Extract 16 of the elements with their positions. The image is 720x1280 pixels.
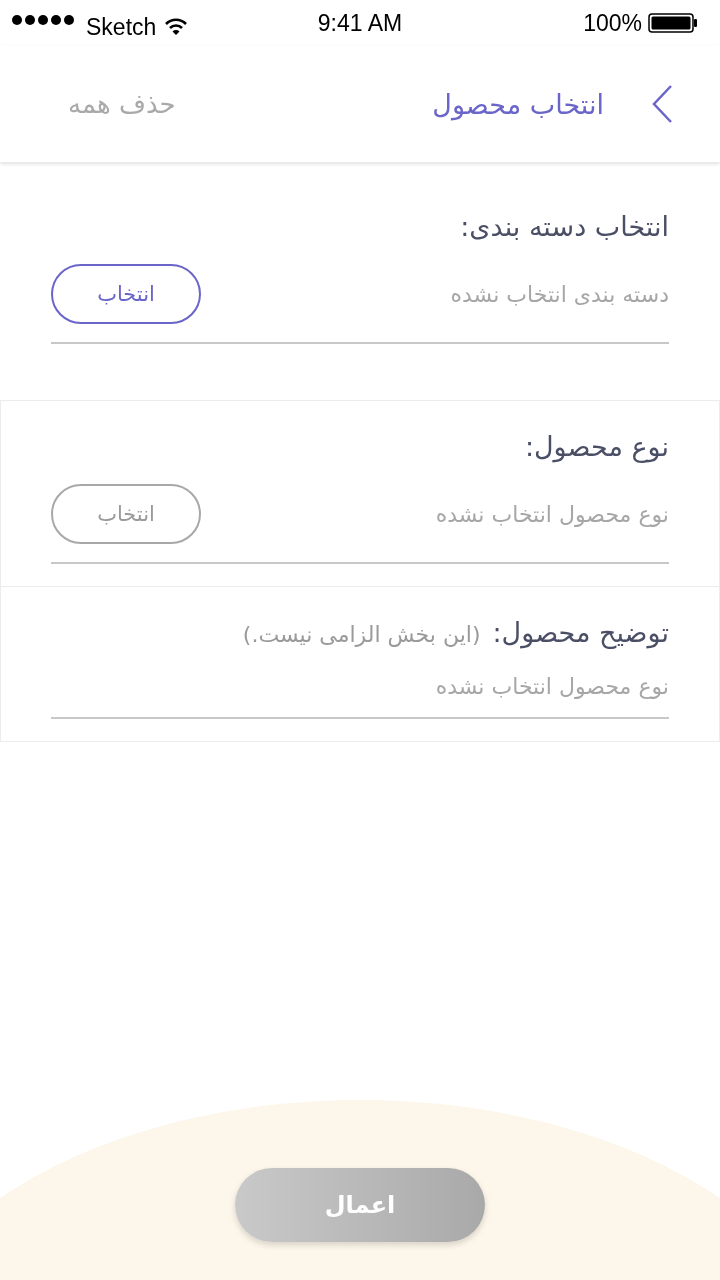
description-field[interactable]: نوع محصول انتخاب نشده (51, 670, 669, 719)
back-chevron-icon[interactable] (652, 84, 674, 124)
battery-icon (648, 13, 698, 33)
selection-field: نوع محصول انتخاب نشده انتخاب (51, 484, 669, 564)
section-label: توضیح محصول: (492, 617, 669, 648)
status-time: 9:41 AM (317, 9, 403, 37)
section-label: انتخاب دسته بندی: (460, 211, 669, 242)
delete-all-button[interactable]: حذف همه (68, 89, 176, 119)
battery-percent: 100% (583, 9, 642, 37)
section-label: نوع محصول: (524, 431, 669, 462)
select-button[interactable]: انتخاب (51, 264, 201, 324)
page-title: انتخاب محصول (432, 88, 604, 120)
wifi-icon (164, 18, 189, 36)
carrier-name: Sketch (86, 13, 157, 41)
selection-field: دسته بندی انتخاب نشده انتخاب (51, 264, 669, 344)
optional-note: (این بخش الزامی نیست.) (242, 622, 481, 647)
